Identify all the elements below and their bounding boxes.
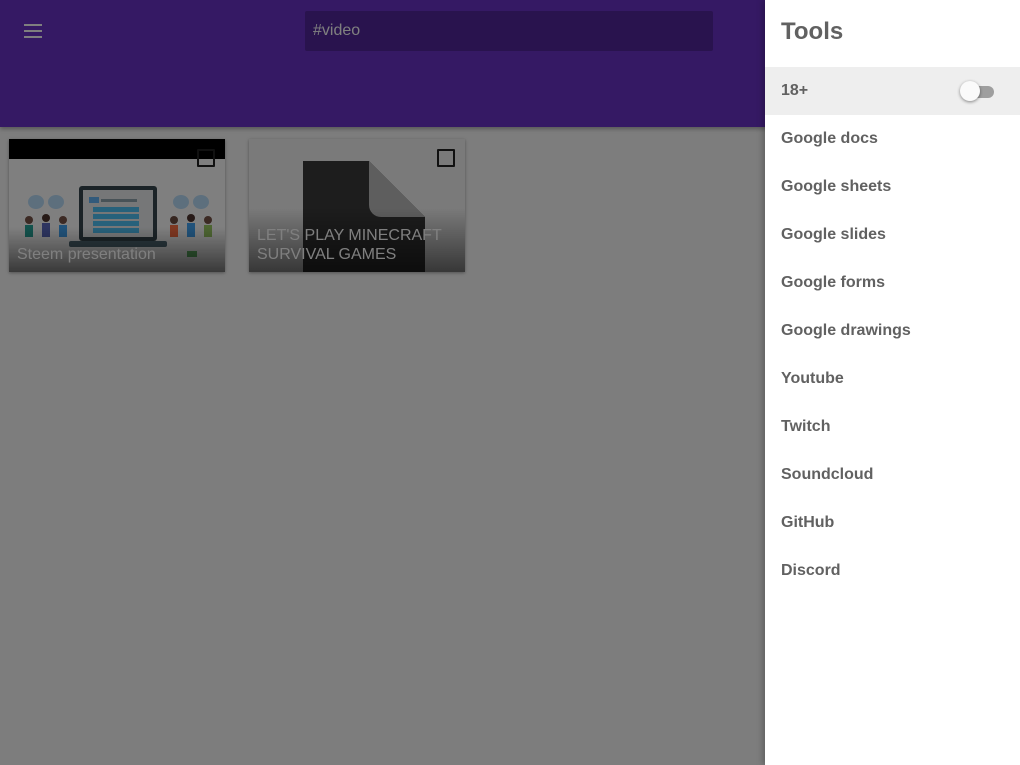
- drawer-item-discord[interactable]: Discord: [765, 547, 1020, 595]
- drawer-item-label: GitHub: [781, 514, 835, 531]
- drawer-item-label: 18+: [781, 82, 809, 99]
- drawer-item-google-sheets[interactable]: Google sheets: [765, 163, 1020, 211]
- drawer-item-label: Youtube: [781, 370, 844, 387]
- toggle-knob: [960, 81, 980, 101]
- drawer-item-18plus[interactable]: 18+: [765, 67, 1020, 115]
- nsfw-toggle[interactable]: [960, 81, 996, 101]
- drawer-item-label: Google forms: [781, 274, 886, 291]
- drawer-item-twitch[interactable]: Twitch: [765, 403, 1020, 451]
- drawer-title: Tools: [781, 18, 844, 45]
- drawer-item-google-drawings[interactable]: Google drawings: [765, 307, 1020, 355]
- drawer-list: 18+ Google docs Google sheets Google sli…: [765, 67, 1020, 595]
- drawer-item-label: Google docs: [781, 130, 878, 147]
- drawer-item-youtube[interactable]: Youtube: [765, 355, 1020, 403]
- drawer-scrim[interactable]: [0, 0, 765, 765]
- drawer-item-github[interactable]: GitHub: [765, 499, 1020, 547]
- tools-drawer: Tools 18+ Google docs Google sheets Goog…: [765, 0, 1020, 765]
- drawer-item-label: Discord: [781, 562, 841, 579]
- drawer-item-label: Google drawings: [781, 322, 911, 339]
- drawer-item-label: Twitch: [781, 418, 831, 435]
- drawer-item-label: Soundcloud: [781, 466, 874, 483]
- drawer-item-soundcloud[interactable]: Soundcloud: [765, 451, 1020, 499]
- drawer-item-label: Google sheets: [781, 178, 892, 195]
- app-window: Steem presentation LET'S PLAY MINECRAFT …: [0, 0, 1020, 765]
- drawer-item-google-slides[interactable]: Google slides: [765, 211, 1020, 259]
- drawer-item-google-docs[interactable]: Google docs: [765, 115, 1020, 163]
- drawer-item-google-forms[interactable]: Google forms: [765, 259, 1020, 307]
- drawer-item-label: Google slides: [781, 226, 886, 243]
